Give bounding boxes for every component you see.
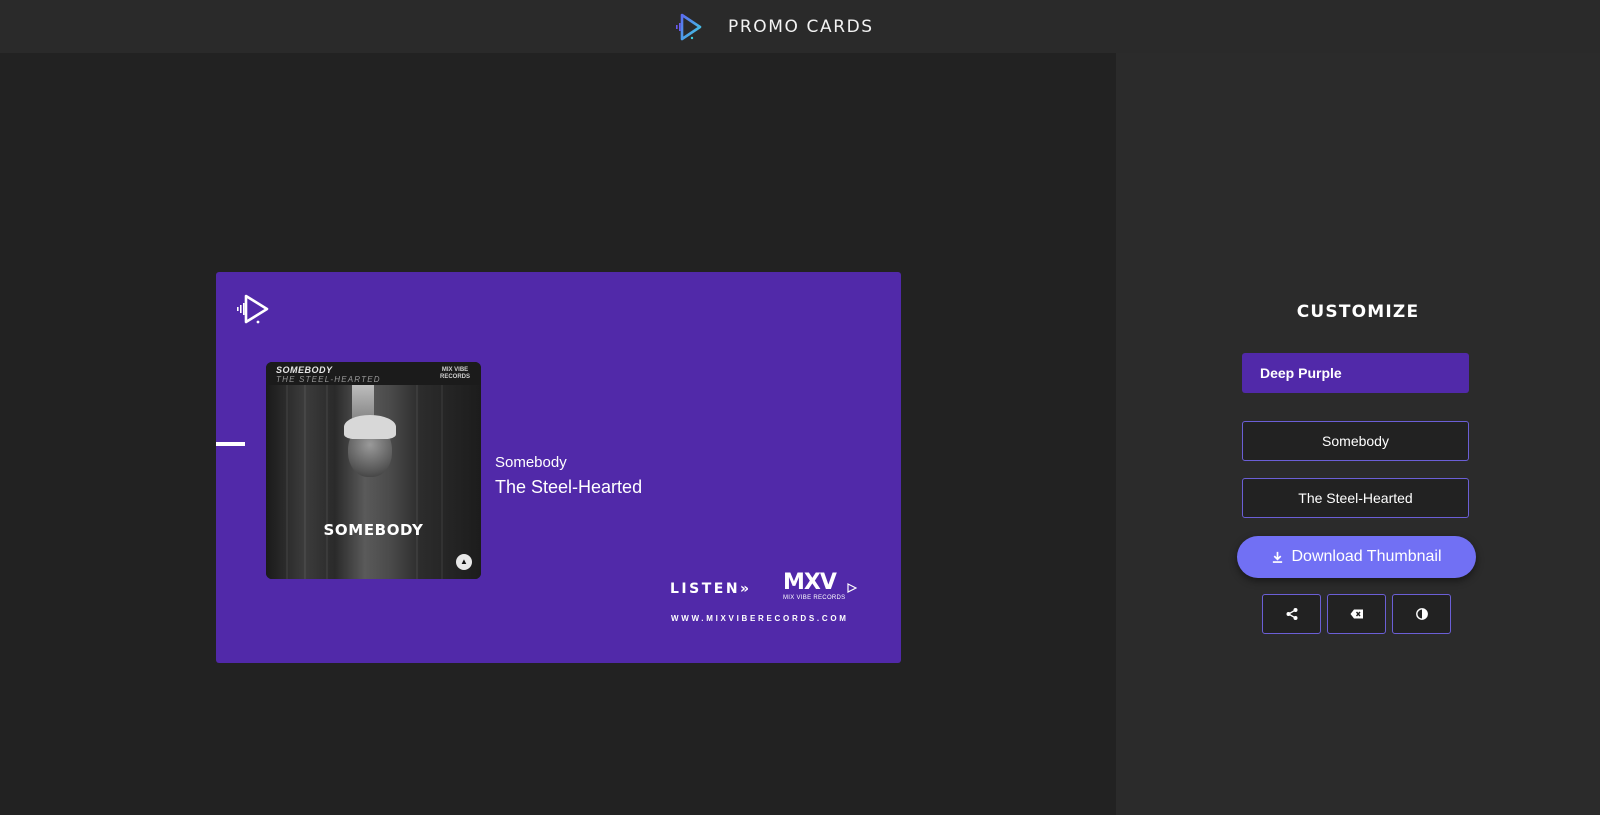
card-url: WWW.MIXVIBERECORDS.COM [671, 614, 849, 623]
artist-name-input[interactable] [1242, 478, 1469, 518]
card-artist-name: The Steel-Hearted [495, 477, 643, 497]
panel-title: CUSTOMIZE [1296, 302, 1420, 322]
cover-song-title: SOMEBODY [276, 365, 333, 375]
play-icon [847, 583, 857, 593]
cover-big-title: SOMEBODY [323, 521, 424, 539]
promo-card: SOMEBODY THE STEEL-HEARTED MIX VIBE RECO… [216, 272, 901, 663]
listen-arrows-icon: » [740, 581, 752, 597]
cover-label-logo: MIX VIBE RECORDS [439, 367, 470, 380]
download-icon [1273, 551, 1283, 563]
listen-text: LISTEN [670, 581, 741, 597]
download-label: Download Thumbnail [1291, 548, 1442, 565]
listen-label: LISTEN» [670, 581, 752, 597]
cover-header: SOMEBODY THE STEEL-HEARTED MIX VIBE RECO… [266, 362, 481, 385]
clear-button[interactable] [1327, 594, 1386, 634]
backspace-icon [1350, 609, 1363, 619]
contrast-icon [1415, 608, 1428, 620]
brand: PROMO CARDS [674, 12, 874, 42]
theme-selector[interactable]: Deep Purple [1242, 353, 1469, 393]
top-bar: PROMO CARDS [0, 0, 1600, 53]
card-song-title: Somebody [495, 454, 567, 471]
share-icon [1286, 608, 1297, 620]
download-thumbnail-button[interactable]: Download Thumbnail [1237, 536, 1476, 578]
app-title: PROMO CARDS [728, 17, 874, 37]
accent-dash [216, 442, 245, 446]
cover-photo [266, 385, 481, 579]
cover-badge-icon: ▲ [456, 554, 472, 570]
song-title-input[interactable] [1242, 421, 1469, 461]
contrast-button[interactable] [1392, 594, 1451, 634]
share-button[interactable] [1262, 594, 1321, 634]
label-logo: MXV MIX VIBE RECORDS [783, 572, 859, 604]
cover-artist-name: THE STEEL-HEARTED [276, 375, 381, 384]
label-logo-mark: MXV [783, 570, 837, 595]
label-logo-sub: MIX VIBE RECORDS [783, 595, 846, 601]
play-waveform-icon [676, 13, 702, 41]
customize-panel: CUSTOMIZE Deep Purple Download Thumbnail [1116, 53, 1600, 815]
play-waveform-icon [237, 294, 269, 324]
album-cover: SOMEBODY THE STEEL-HEARTED MIX VIBE RECO… [266, 362, 481, 579]
